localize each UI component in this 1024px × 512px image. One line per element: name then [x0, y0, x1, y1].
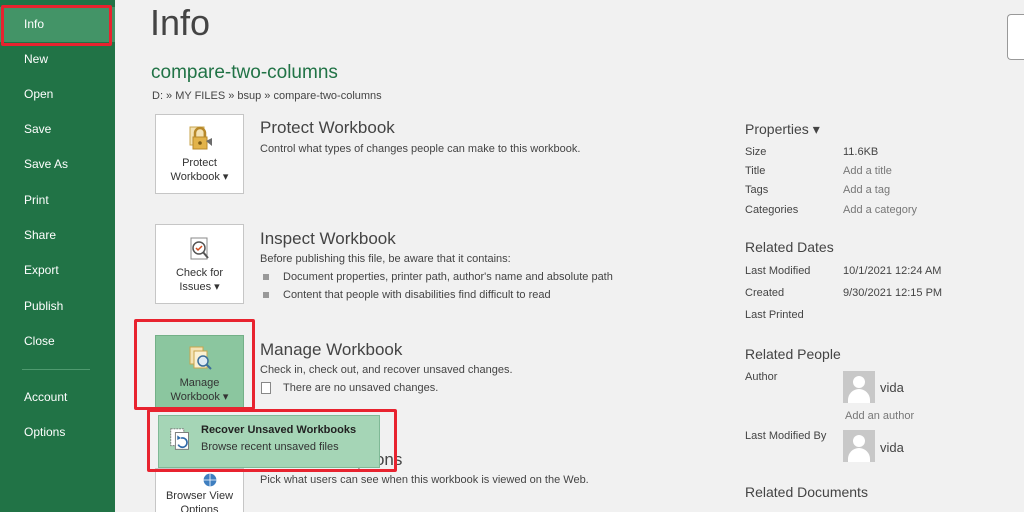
nav-label: Export [24, 263, 59, 277]
nav-label: Options [24, 425, 66, 439]
file-path-breadcrumb[interactable]: D: » MY FILES » bsup » compare-two-colum… [152, 90, 382, 102]
tile-label: Check for [175, 267, 224, 279]
prop-label: Size [745, 146, 767, 158]
nav-account[interactable]: Account [0, 380, 115, 415]
manage-note: There are no unsaved changes. [260, 382, 438, 394]
nav-label: Save [24, 122, 52, 136]
nav-label: Open [24, 87, 54, 101]
note-text: There are no unsaved changes. [283, 382, 439, 394]
prop-label: Tags [745, 184, 769, 196]
lock-icon [189, 126, 212, 150]
nav-info[interactable]: Info [0, 7, 115, 42]
tile-label: Browser View [165, 490, 234, 502]
date-label: Last Modified [745, 265, 811, 277]
person-icon [853, 435, 865, 447]
tile-label: Workbook ▾ [170, 171, 229, 183]
prop-categories-input[interactable]: Add a category [843, 204, 917, 216]
prop-label: Title [745, 165, 766, 177]
protect-workbook-button[interactable]: Protect Workbook ▾ [155, 114, 244, 194]
inspect-document-icon [190, 237, 209, 260]
check-for-issues-button[interactable]: Check for Issues ▾ [155, 224, 244, 304]
inspect-workbook-desc: Before publishing this file, be aware th… [260, 253, 511, 265]
scroll-tab[interactable] [1007, 14, 1024, 60]
nav-open[interactable]: Open [0, 77, 115, 112]
nav-divider [22, 369, 90, 370]
last-modified-value: 10/1/2021 12:24 AM [843, 265, 942, 277]
tile-label: Protect [182, 157, 217, 169]
nav-save-as[interactable]: Save As [0, 147, 115, 182]
nav-label: Publish [24, 299, 64, 313]
browser-view-options-button[interactable]: Browser View Options [155, 468, 244, 512]
nav-options[interactable]: Options [0, 415, 115, 450]
manage-documents-icon [189, 346, 212, 370]
author-name[interactable]: vida [880, 380, 904, 395]
properties-header[interactable]: Properties ▾ [745, 121, 820, 138]
tile-label: Issues ▾ [179, 281, 220, 293]
nav-label: Print [24, 193, 49, 207]
avatar[interactable] [843, 430, 875, 462]
related-documents-header: Related Documents [745, 484, 868, 500]
inspect-bullet: Content that people with disabilities fi… [260, 289, 551, 301]
file-name: compare-two-columns [151, 62, 338, 83]
nav-export[interactable]: Export [0, 253, 115, 288]
bullet-text: Content that people with disabilities fi… [283, 289, 551, 301]
manage-workbook-desc: Check in, check out, and recover unsaved… [260, 364, 513, 376]
protect-workbook-desc: Control what types of changes people can… [260, 143, 581, 155]
nav-label: Account [24, 390, 68, 404]
last-modified-by-name[interactable]: vida [880, 440, 904, 455]
bullet-square-icon [263, 292, 269, 298]
nav-publish[interactable]: Publish [0, 289, 115, 324]
nav-share[interactable]: Share [0, 218, 115, 253]
nav-close[interactable]: Close [0, 324, 115, 359]
page-title: Info [150, 2, 211, 43]
menu-item-title: Recover Unsaved Workbooks [201, 424, 357, 436]
prop-size-value: 11.6KB [843, 146, 879, 158]
bullet-square-icon [263, 274, 269, 280]
manage-workbook-button[interactable]: Manage Workbook ▾ [155, 335, 244, 408]
document-icon [261, 382, 271, 394]
tile-label: Manage [179, 377, 220, 389]
author-label: Author [745, 371, 778, 383]
manage-workbook-title: Manage Workbook [260, 340, 403, 359]
date-label: Last Printed [745, 309, 804, 321]
prop-title-input[interactable]: Add a title [843, 165, 892, 177]
menu-item-subtitle: Browse recent unsaved files [201, 441, 339, 453]
prop-label: Categories [745, 204, 799, 216]
person-icon-body [848, 389, 870, 403]
recover-unsaved-workbooks-menu-item[interactable]: Recover Unsaved Workbooks Browse recent … [158, 415, 380, 468]
related-dates-header: Related Dates [745, 239, 834, 255]
globe-icon [203, 473, 217, 487]
nav-label: Info [24, 17, 45, 31]
protect-workbook-title: Protect Workbook [260, 118, 395, 137]
nav-label: Close [24, 334, 55, 348]
avatar[interactable] [843, 371, 875, 403]
nav-new[interactable]: New [0, 42, 115, 77]
browser-view-options-desc: Pick what users can see when this workbo… [260, 474, 589, 486]
inspect-bullet: Document properties, printer path, autho… [260, 271, 613, 283]
recover-document-icon [170, 428, 189, 450]
prop-tags-input[interactable]: Add a tag [843, 184, 890, 196]
nav-label: Share [24, 228, 57, 242]
person-icon-body [848, 448, 870, 462]
created-value: 9/30/2021 12:15 PM [843, 287, 943, 299]
bullet-text: Document properties, printer path, autho… [283, 271, 613, 283]
nav-label: New [24, 52, 49, 66]
add-author-link[interactable]: Add an author [845, 410, 914, 422]
person-icon [853, 376, 865, 388]
tile-label: Workbook ▾ [170, 391, 229, 403]
nav-label: Save As [24, 157, 69, 171]
backstage-sidebar: Info New Open Save Save As Print Share E… [0, 0, 115, 512]
nav-print[interactable]: Print [0, 183, 115, 218]
inspect-workbook-title: Inspect Workbook [260, 229, 396, 248]
last-modified-by-label: Last Modified By [745, 430, 827, 442]
date-label: Created [745, 287, 785, 299]
tile-label: Options [180, 504, 219, 512]
nav-save[interactable]: Save [0, 112, 115, 147]
related-people-header: Related People [745, 346, 841, 362]
